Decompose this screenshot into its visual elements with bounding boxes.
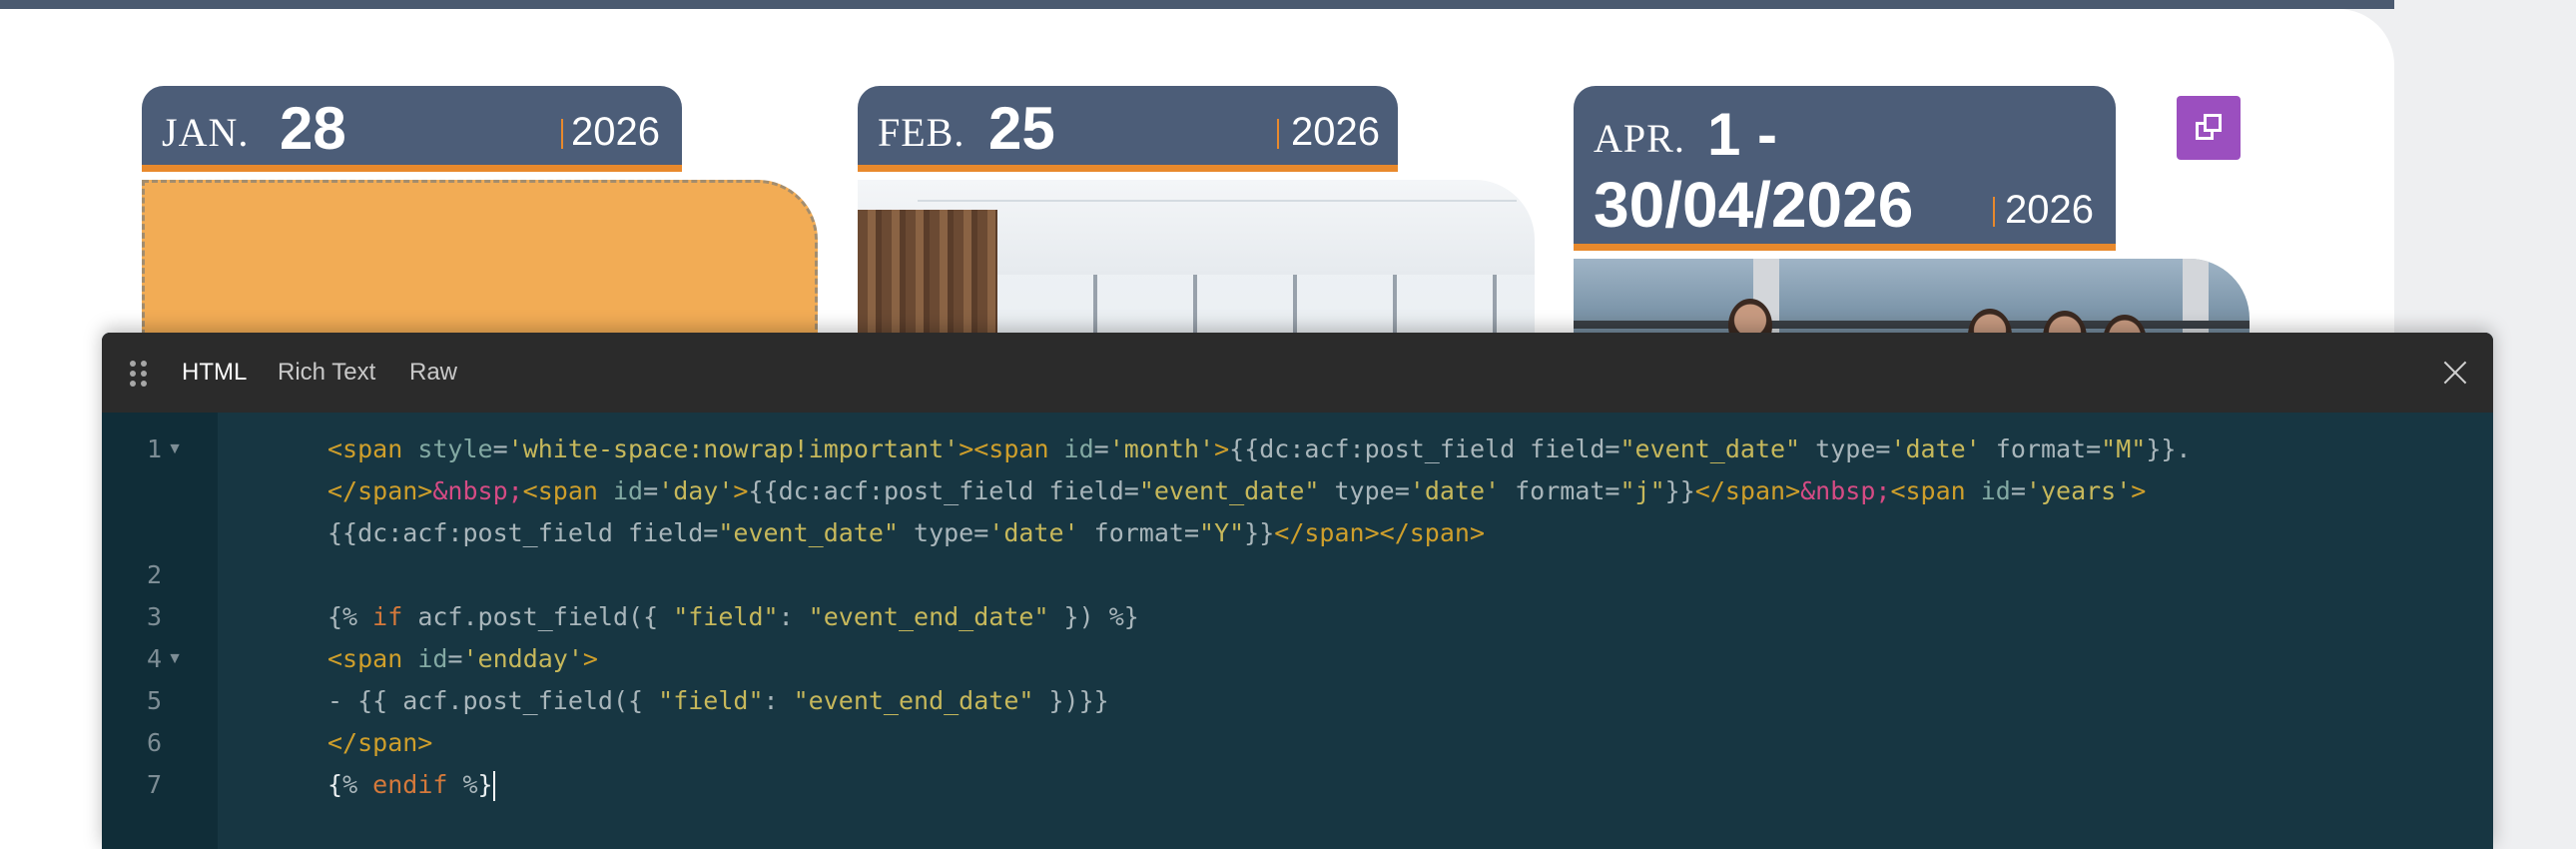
- terrace-railing: [1574, 321, 2250, 329]
- event-day: 1 -: [1707, 101, 1778, 168]
- fold-arrow-icon[interactable]: ▼: [164, 638, 186, 680]
- line-number-gutter: 1 ▼ 2 3 4 ▼ 5 6 7: [102, 413, 218, 849]
- year-separator: [1277, 119, 1279, 149]
- top-toolbar-strip: [0, 0, 2394, 9]
- event-year: 2026: [1291, 110, 1380, 154]
- tab-html[interactable]: HTML: [182, 359, 247, 387]
- tab-rich-text[interactable]: Rich Text: [278, 359, 375, 387]
- text-cursor: [492, 771, 495, 801]
- line-number: 2: [146, 560, 162, 589]
- duplicate-icon-front: [2204, 114, 2222, 132]
- line-number: 6: [146, 728, 162, 757]
- event-date-header[interactable]: JAN. 28 2026: [142, 86, 682, 172]
- year-separator: [1993, 197, 1995, 227]
- duplicate-icon[interactable]: [2177, 96, 2241, 160]
- editor-tab-bar: HTML Rich Text Raw: [102, 333, 2493, 413]
- line-number: 1: [146, 434, 162, 463]
- event-year: 2026: [2005, 188, 2094, 232]
- line-number: 5: [146, 686, 162, 715]
- line-number: 7: [146, 770, 162, 799]
- line-number: 4: [146, 644, 162, 673]
- event-date-header[interactable]: FEB. 25 2026: [858, 86, 1398, 172]
- event-day: 28: [280, 95, 346, 162]
- event-month: APR.: [1594, 116, 1685, 161]
- event-day: 25: [988, 95, 1055, 162]
- year-separator: [561, 119, 563, 149]
- drag-handle-icon[interactable]: [130, 361, 150, 387]
- code-text-area[interactable]: <span style='white-space:nowrap!importan…: [218, 413, 2493, 849]
- fold-arrow-icon[interactable]: ▼: [164, 428, 186, 470]
- close-icon[interactable]: [2441, 359, 2469, 387]
- tab-raw[interactable]: Raw: [409, 359, 457, 387]
- event-date-header[interactable]: APR. 1 - 30/04/2026 2026: [1574, 86, 2116, 251]
- event-month: FEB.: [878, 110, 966, 155]
- code-editor-panel: HTML Rich Text Raw 1 ▼ 2 3 4 ▼ 5 6 7 <sp…: [102, 333, 2493, 849]
- event-year: 2026: [571, 110, 660, 154]
- event-end-date: 30/04/2026: [1594, 169, 1914, 241]
- ceiling-panel-line: [918, 200, 1517, 202]
- event-month: JAN.: [162, 110, 250, 155]
- line-number: 3: [146, 602, 162, 631]
